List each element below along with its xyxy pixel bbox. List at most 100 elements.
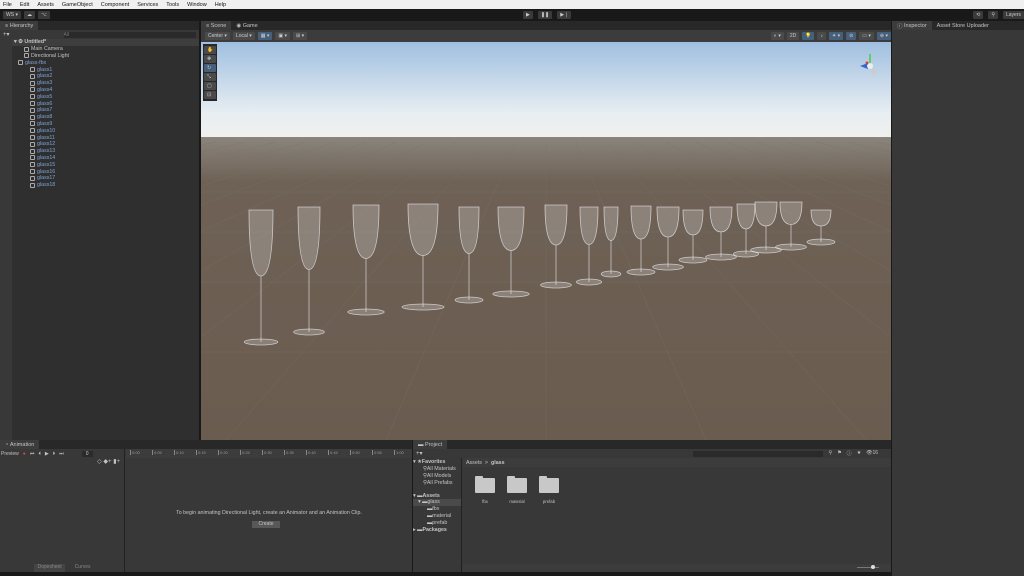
orientation-gizmo[interactable] — [854, 50, 886, 80]
hierarchy-item[interactable]: glass10 — [12, 127, 199, 134]
camera-dropdown[interactable]: ▭ ▾ — [859, 32, 874, 40]
favorites-node[interactable]: ▾ ★ Favorites — [413, 459, 461, 466]
effects-dropdown[interactable]: ✦ ▾ — [828, 32, 844, 40]
next-key-button[interactable]: ⏵ — [53, 451, 56, 457]
cloud-button[interactable]: ☁ — [23, 11, 35, 19]
tab-animation[interactable]: ◔ Animation — [0, 440, 40, 449]
visibility-count[interactable]: 👁16 — [866, 450, 878, 457]
create-button[interactable]: Create — [252, 521, 280, 528]
hierarchy-item[interactable]: glass13 — [12, 148, 199, 155]
preview-toggle[interactable]: Preview — [1, 451, 19, 457]
grid-snap-button[interactable]: ▦ ▾ — [257, 32, 273, 40]
add-icon[interactable]: +▾ — [3, 31, 10, 38]
timeline-ruler[interactable]: 0:00 0:05 0:10 0:15 0:20 0:25 0:30 0:35 0:40 0:45… — [126, 449, 412, 458]
project-search-input[interactable] — [692, 450, 823, 457]
lighting-toggle[interactable]: 💡 — [802, 32, 815, 40]
hierarchy-item[interactable]: glass15 — [12, 161, 199, 168]
hierarchy-item[interactable]: glass6 — [12, 100, 199, 107]
menu-edit[interactable]: Edit — [20, 2, 29, 8]
hierarchy-item[interactable]: glass11 — [12, 134, 199, 141]
favorite-all-materials[interactable]: ⚲ All Materials — [413, 466, 461, 473]
menu-component[interactable]: Component — [101, 2, 129, 8]
scale-tool[interactable]: ⤡ — [204, 73, 216, 81]
filter-label-icon[interactable]: ⚑ — [837, 450, 841, 457]
prefab-folder-node[interactable]: ▬ prefab — [413, 519, 461, 526]
prev-key-button[interactable]: ⏴ — [38, 451, 41, 457]
hierarchy-item[interactable]: glass14 — [12, 155, 199, 162]
menu-assets[interactable]: Assets — [37, 2, 54, 8]
rect-tool[interactable]: ▢ — [204, 82, 216, 90]
hierarchy-item[interactable]: glass9 — [12, 121, 199, 128]
tab-asset-store-uploader[interactable]: Asset Store Uploader — [932, 21, 994, 30]
tab-inspector[interactable]: ⓘ Inspector — [892, 21, 932, 30]
hierarchy-item[interactable]: glass16 — [12, 168, 199, 175]
hierarchy-item[interactable]: glass4 — [12, 87, 199, 94]
icon-size-slider[interactable] — [857, 565, 879, 569]
hierarchy-item[interactable]: glass17 — [12, 175, 199, 182]
create-asset-button[interactable]: +▾ — [416, 450, 423, 457]
2d-toggle[interactable]: 2D — [786, 32, 800, 40]
hierarchy-item[interactable]: glass5 — [12, 93, 199, 100]
hierarchy-item[interactable]: glass18 — [12, 182, 199, 189]
breadcrumb-assets[interactable]: Assets — [466, 460, 482, 466]
assets-node[interactable]: ▾ ▬ Assets — [413, 492, 461, 499]
step-button[interactable]: ▶❘ — [557, 11, 572, 19]
menu-window[interactable]: Window — [187, 2, 207, 8]
tab-scene[interactable]: ≡ Scene — [201, 21, 232, 30]
folder-prefab[interactable]: prefab — [539, 476, 559, 504]
tab-curves[interactable]: Curves — [75, 564, 91, 572]
hierarchy-item[interactable]: glass7 — [12, 107, 199, 114]
record-button[interactable]: ● — [23, 451, 26, 457]
hierarchy-item[interactable]: glass1 — [12, 66, 199, 73]
packages-node[interactable]: ▸ ▬ Packages — [413, 526, 461, 533]
move-tool[interactable]: ✥ — [204, 55, 216, 63]
search-button[interactable]: ⚲ — [988, 11, 998, 19]
audio-toggle[interactable]: ♪ — [817, 32, 826, 40]
tab-hierarchy[interactable]: ≡ Hierarchy — [0, 21, 39, 30]
collab-button[interactable]: ⌥ — [37, 11, 50, 19]
menu-gameobject[interactable]: GameObject — [62, 2, 93, 8]
rotate-tool[interactable]: ↻ — [204, 64, 216, 72]
hierarchy-item[interactable]: Main Camera — [12, 46, 199, 53]
hierarchy-item[interactable]: Directional Light — [12, 53, 199, 60]
layers-dropdown[interactable]: Layers — [1002, 11, 1024, 19]
increment-button[interactable]: ⊞ ▾ — [293, 32, 308, 40]
menu-tools[interactable]: Tools — [166, 2, 179, 8]
last-key-button[interactable]: ⏭ — [59, 451, 64, 457]
play-anim-button[interactable]: ▶ — [45, 451, 49, 457]
hierarchy-item[interactable]: glass8 — [12, 114, 199, 121]
folder-material[interactable]: material — [507, 476, 527, 504]
snap-button[interactable]: ▣ ▾ — [275, 32, 291, 40]
hierarchy-item[interactable]: glass3 — [12, 80, 199, 87]
scene-viewport[interactable]: ✋ ✥ ↻ ⤡ ▢ ⊡ — [201, 42, 891, 440]
gizmos-dropdown[interactable]: ⊕ ▾ — [876, 32, 891, 40]
hierarchy-item[interactable]: glass12 — [12, 141, 199, 148]
tab-dopesheet[interactable]: Dopesheet — [34, 564, 65, 572]
scene-root[interactable]: ▾ ⚙ Untitled* — [12, 39, 199, 46]
history-button[interactable]: ⟲ — [973, 11, 984, 19]
hierarchy-item[interactable]: glass2 — [12, 73, 199, 80]
info-icon[interactable]: ⓘ — [847, 450, 852, 457]
favorite-all-models[interactable]: ⚲ All Models — [413, 473, 461, 480]
material-folder-node[interactable]: ▬ material — [413, 513, 461, 520]
play-button[interactable]: ▶ — [523, 11, 533, 19]
filter-type-icon[interactable]: ⚲ — [829, 450, 833, 457]
favorite-icon[interactable]: ★ — [857, 450, 861, 457]
menu-help[interactable]: Help — [215, 2, 226, 8]
transform-tool[interactable]: ⊡ — [204, 91, 216, 99]
tab-game[interactable]: ◉ Game — [231, 21, 262, 30]
menu-file[interactable]: File — [3, 2, 12, 8]
space-dropdown[interactable]: Local ▾ — [232, 32, 255, 40]
favorite-all-prefabs[interactable]: ⚲ All Prefabs — [413, 479, 461, 486]
hierarchy-search-input[interactable] — [63, 31, 196, 38]
tab-project[interactable]: ▬ Project — [413, 440, 448, 449]
first-key-button[interactable]: ⏮ — [30, 451, 35, 457]
breadcrumb-glass[interactable]: glass — [491, 460, 505, 466]
frame-field[interactable]: 0 — [81, 450, 93, 457]
fbx-folder-node[interactable]: ▬ fbx — [413, 506, 461, 513]
menu-services[interactable]: Services — [137, 2, 158, 8]
draw-mode-dropdown[interactable]: ◐ ▾ — [770, 32, 784, 40]
hidden-objects-toggle[interactable]: ⊘ — [846, 32, 857, 40]
key-buttons[interactable]: ◇ ◆+ ▮+ — [0, 458, 124, 466]
glass-folder-node[interactable]: ▾ ▬ glass — [413, 498, 461, 506]
